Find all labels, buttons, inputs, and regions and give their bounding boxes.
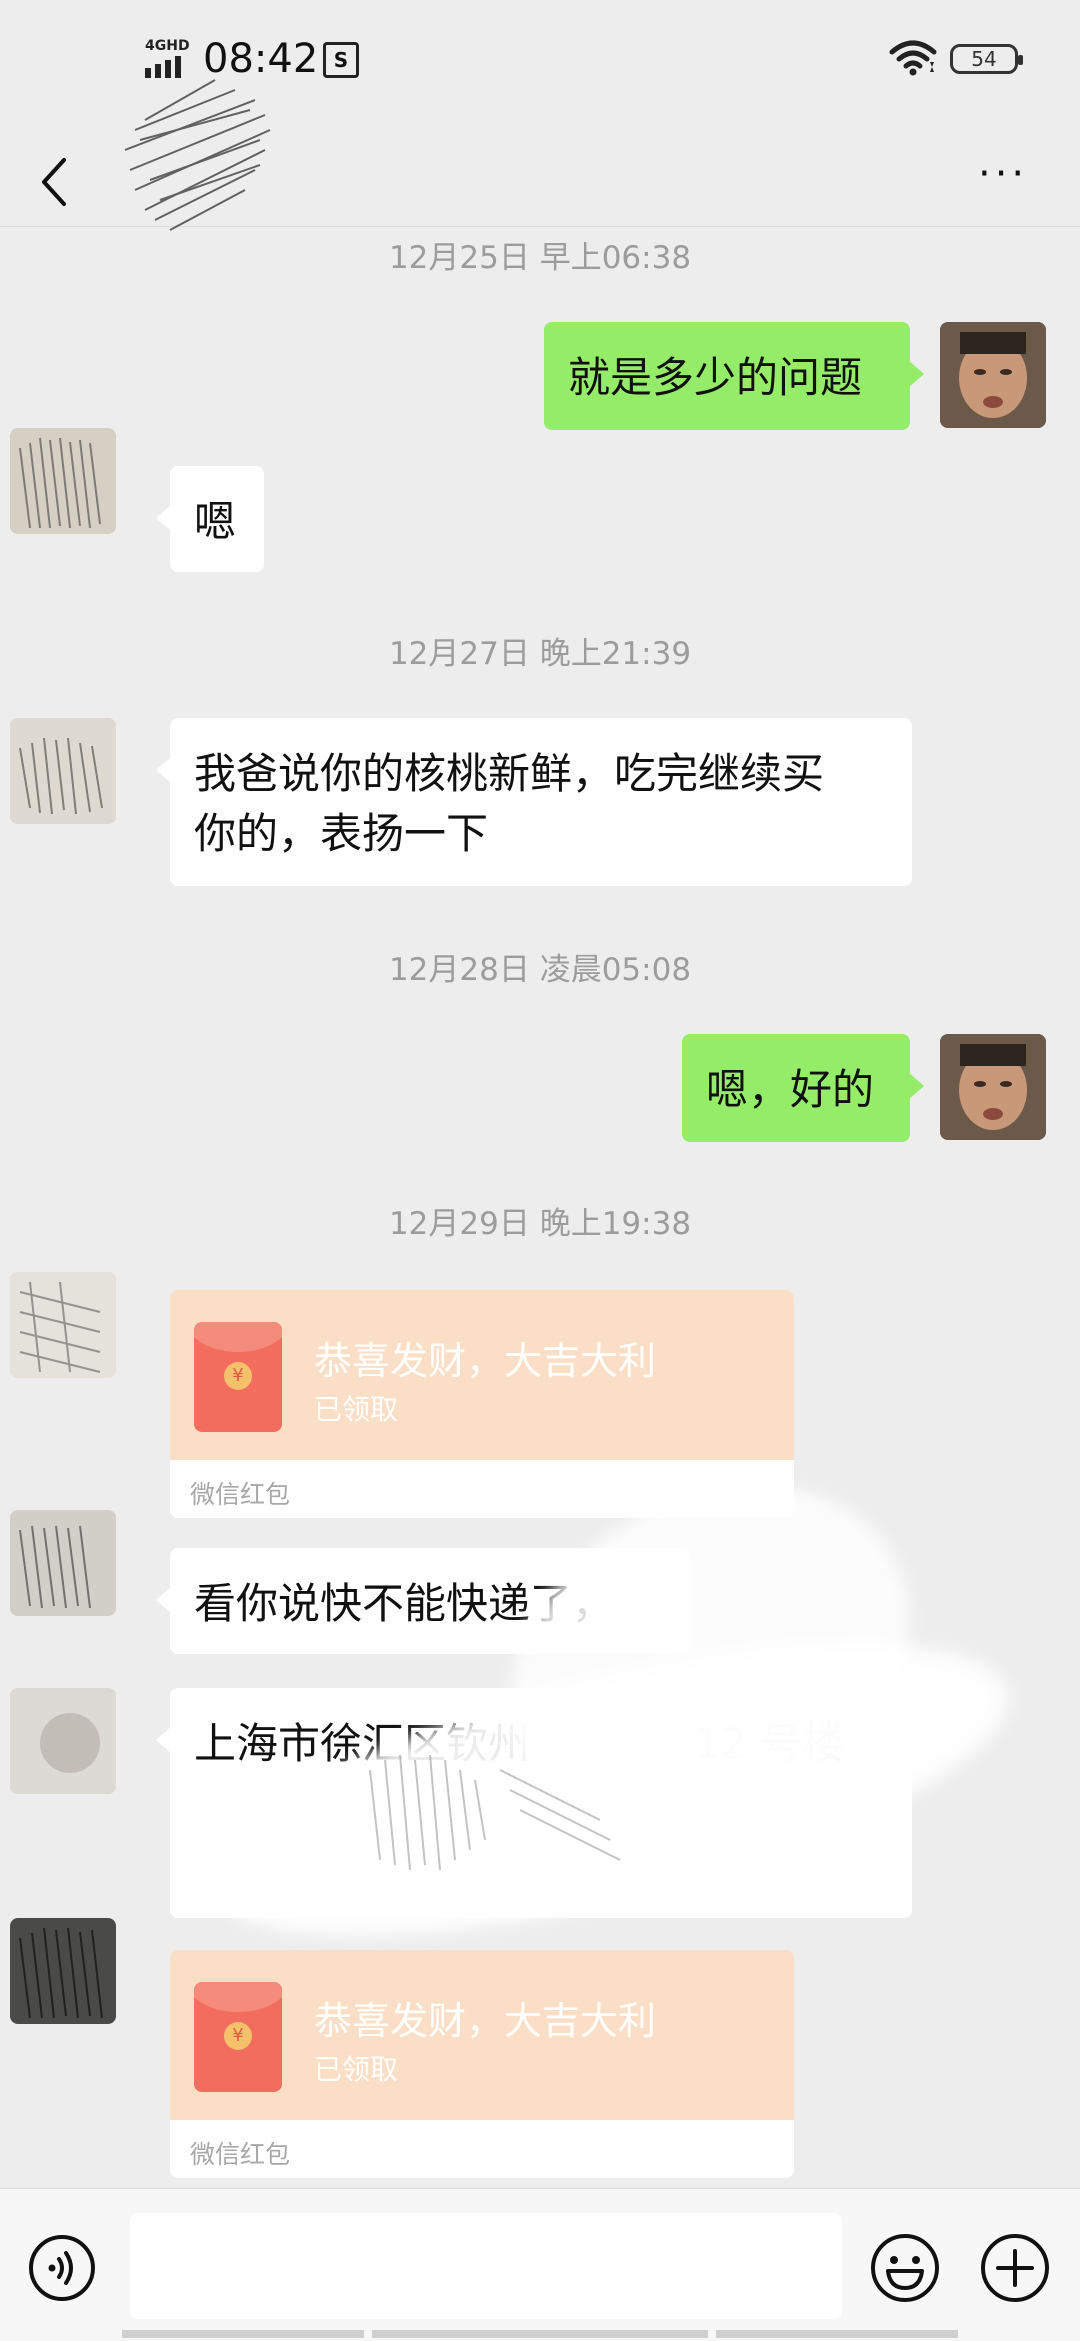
timestamp: 12月27日 晚上21:39 [388, 636, 692, 672]
red-packet-label: 微信红包 [190, 2140, 291, 2169]
home-indicator [372, 2330, 708, 2338]
message-line: 我爸说你的核桃新鲜，吃完继续买 [194, 749, 825, 798]
message-line: 你的，表扬一下 [194, 809, 489, 858]
input-bar [0, 2188, 1080, 2341]
address-text-tail: 12 号楼 [693, 1719, 845, 1768]
redacted-avatar-icon [10, 718, 116, 824]
emoji-icon[interactable] [870, 2233, 940, 2303]
redacted-avatar-icon [10, 1688, 116, 1794]
peer-avatar[interactable] [10, 428, 116, 534]
redacted-avatar-icon [10, 1272, 116, 1378]
peer-avatar[interactable] [10, 718, 116, 824]
peer-avatar[interactable] [10, 1510, 116, 1616]
my-message-bubble[interactable]: 就是多少的问题 [544, 322, 924, 430]
sim-icon: S [323, 42, 359, 78]
red-packet-status: 已领取 [314, 2053, 399, 2086]
my-avatar[interactable] [940, 1034, 1046, 1140]
face-avatar-icon [940, 1034, 1046, 1140]
network-type: 4GHD [145, 38, 190, 54]
home-indicator [122, 2330, 364, 2338]
message-input[interactable] [130, 2213, 842, 2319]
timestamp: 12月25日 早上06:38 [388, 240, 692, 276]
red-envelope-icon: ¥ [194, 1982, 282, 2092]
address-text: 上海市徐汇区钦州 [194, 1719, 531, 1768]
red-packet-card[interactable]: ¥ 恭喜发财，大吉大利 已领取 微信红包 [170, 1950, 794, 2178]
peer-avatar[interactable] [10, 1918, 116, 2024]
red-packet-card[interactable]: ¥ 恭喜发财，大吉大利 已领取 微信红包 [170, 1290, 794, 1518]
peer-avatar[interactable] [10, 1688, 116, 1794]
face-avatar-icon [940, 322, 1046, 428]
redacted-avatar-icon [10, 428, 116, 534]
red-packet-label: 微信红包 [190, 1480, 291, 1509]
peer-message-bubble[interactable]: 看你说快不能快递了， [156, 1548, 690, 1654]
peer-avatar[interactable] [10, 1272, 116, 1378]
voice-icon[interactable] [28, 2234, 96, 2302]
address-message-bubble[interactable]: 上海市徐汇区钦州 12 号楼 [156, 1688, 912, 1918]
redacted-avatar-icon [10, 1918, 116, 2024]
more-options-button[interactable]: ··· [978, 154, 1038, 194]
red-envelope-icon: ¥ [194, 1322, 282, 1432]
my-avatar[interactable] [940, 322, 1046, 428]
wifi-icon [889, 40, 937, 76]
red-packet-status: 已领取 [314, 1393, 399, 1426]
home-indicator [716, 2330, 958, 2338]
my-message-bubble[interactable]: 嗯，好的 [682, 1034, 924, 1142]
plus-icon[interactable] [980, 2233, 1050, 2303]
timestamp: 12月29日 晚上19:38 [388, 1206, 692, 1242]
peer-message-bubble[interactable]: 嗯 [156, 466, 264, 572]
redacted-contact-name [124, 79, 271, 231]
peer-message-bubble[interactable]: 我爸说你的核桃新鲜，吃完继续买 你的，表扬一下 [156, 718, 912, 886]
timestamp: 12月28日 凌晨05:08 [388, 952, 692, 988]
battery-icon: 54 [950, 44, 1023, 74]
red-packet-title: 恭喜发财，大吉大利 [314, 1339, 657, 1383]
back-chevron-icon[interactable] [34, 152, 74, 212]
redacted-avatar-icon [10, 1510, 116, 1616]
red-packet-title: 恭喜发财，大吉大利 [314, 1999, 657, 2043]
